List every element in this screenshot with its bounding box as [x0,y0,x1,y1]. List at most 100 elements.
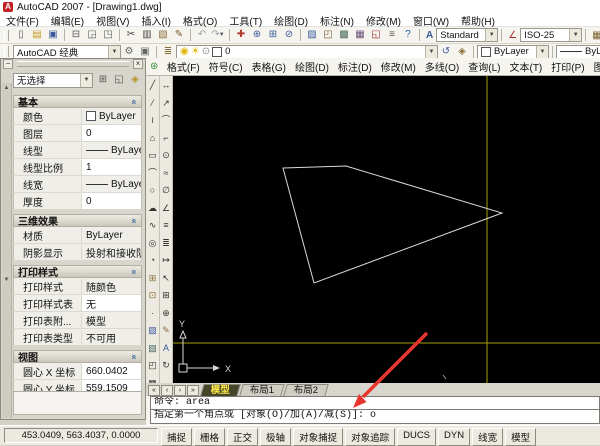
drawing-canvas[interactable]: X Y [173,76,600,383]
redo-dropdown-arrow[interactable]: ▼ [219,32,225,38]
property-value[interactable]: ByLayer [82,176,141,192]
match-properties-button[interactable]: ✎ [171,27,187,43]
menu-item-9[interactable]: 文本(T) [505,59,547,74]
chevron-down-icon[interactable]: ▼ [536,45,548,58]
dim-radius-button[interactable]: ⊙ [159,147,173,165]
revision-cloud-button[interactable]: ☁ [146,200,160,218]
quick-dimension-button[interactable]: ≡ [159,217,173,235]
property-value[interactable]: ByLayer [82,227,141,243]
status-toggle-9[interactable]: 线宽 [472,428,504,446]
menu-item-4[interactable]: 插入(I) [135,13,176,28]
menu-item-5[interactable]: 格式(O) [177,13,223,28]
menu-item-10[interactable]: 窗口(W) [407,13,455,28]
layer-control-combo[interactable]: ◉ ☀ ⊙ 0 ▼ [176,44,438,59]
zoom-realtime-button[interactable]: ⊕ [249,27,265,43]
layer-color-swatch[interactable] [212,46,223,57]
insert-block-button[interactable]: ⊞ [146,270,160,288]
menu-item-8[interactable]: 标注(N) [314,13,360,28]
table-style-icon[interactable]: ▦ [592,30,600,41]
menu-item-4[interactable]: 绘图(D) [291,59,334,74]
status-toggle-6[interactable]: 对象追踪 [345,428,396,446]
menu-item-8[interactable]: 查询(L) [464,59,505,74]
tab-layout2[interactable]: 布局2 [283,384,330,396]
status-toggle-4[interactable]: 极轴 [260,428,292,446]
dim-aligned-button[interactable]: ↗ [159,95,173,113]
workspace-combo[interactable]: AutoCAD 经典 ▼ [13,44,121,59]
tab-model[interactable]: 模型 [200,384,241,396]
quick-leader-button[interactable]: ↖ [159,270,173,288]
menu-item-3[interactable]: 视图(V) [90,13,135,28]
plot-preview-button[interactable]: ◲ [84,27,100,43]
toolbar-grip[interactable] [4,29,9,41]
toggle-pickadd-button[interactable]: ⊞ [95,72,111,88]
undo-button[interactable]: ↶ [194,27,210,43]
property-value[interactable]: 1 [82,159,141,175]
tab-nav-first[interactable]: « [148,385,160,396]
property-value[interactable]: ByLayer [82,108,141,124]
plot-button[interactable]: ⊟ [68,27,84,43]
menu-item-5[interactable]: 标注(D) [333,59,376,74]
tool-palettes-button[interactable]: ▩ [336,27,352,43]
designcenter-button[interactable]: ◰ [320,27,336,43]
collapse-chevron-icon[interactable]: « [129,354,139,359]
help-button[interactable]: ? [400,27,416,43]
point-button[interactable]: ∙ [146,305,160,323]
dim-baseline-button[interactable]: ≣ [159,235,173,253]
dim-style-icon[interactable]: ∠ [508,30,517,41]
hatch-button[interactable]: ▨ [146,322,160,340]
command-history[interactable]: 命令: area [150,396,600,410]
collapse-chevron-icon[interactable]: « [129,269,139,274]
menu-item-11[interactable]: 图层(L) [589,59,600,74]
menu-item-10[interactable]: 打印(P) [547,59,589,74]
dim-text-edit-button[interactable]: A [159,340,173,358]
spline-button[interactable]: ∿ [146,217,160,235]
command-input[interactable]: 指定第一个角点或 [对象(O)/加(A)/减(S)]: o [150,410,600,424]
select-objects-button[interactable]: ◱ [111,72,127,88]
dim-ordinate-button[interactable]: ⌐ [159,130,173,148]
paste-button[interactable]: ▧ [155,27,171,43]
dim-diameter-button[interactable]: ∅ [159,182,173,200]
section-header[interactable]: 视图 « [13,350,142,364]
tolerance-button[interactable]: ⊞ [159,287,173,305]
palette-side-rail[interactable]: ▲ ▼ [2,83,12,418]
menu-item-6[interactable]: 修改(M) [376,59,420,74]
quick-select-button[interactable]: ◈ [127,72,143,88]
section-header[interactable]: 基本 « [13,95,142,109]
cut-button[interactable]: ✂ [123,27,139,43]
dim-style-combo[interactable]: ISO-25 ▼ [520,28,583,42]
menu-item-11[interactable]: 帮助(H) [455,13,501,28]
rail-up-icon[interactable]: ▲ [4,85,10,91]
chevron-down-icon[interactable]: ▼ [80,73,92,87]
open-button[interactable]: ▤ [29,27,45,43]
markup-set-manager-button[interactable]: ◱ [368,27,384,43]
tab-layout1[interactable]: 布局1 [239,384,286,396]
dim-edit-button[interactable]: ✎ [159,322,173,340]
layer-freeze-sun-icon[interactable]: ☀ [191,46,200,57]
zoom-window-button[interactable]: ⊞ [265,27,281,43]
arc-button[interactable]: ⌒ [146,165,160,183]
tab-nav-prev[interactable]: ‹ [161,385,173,396]
chevron-down-icon[interactable]: ▼ [425,45,437,58]
menu-item-7[interactable]: 多线(O) [420,59,463,74]
menu-item-3[interactable]: 表格(G) [247,59,290,74]
new-drawing-button[interactable]: ▯ [13,27,29,43]
property-value[interactable]: 不可用 [82,329,141,345]
status-toggle-8[interactable]: DYN [438,428,471,446]
property-value[interactable]: 660.0402 [82,363,141,379]
property-value[interactable]: ByLayer [82,142,141,158]
menu-item-1[interactable]: 格式(F) [162,59,204,74]
color-control-combo[interactable]: ByLayer ▼ [477,44,549,59]
status-toggle-2[interactable]: 栅格 [194,428,226,446]
property-value[interactable]: 0 [82,125,141,141]
copy-button[interactable]: ▥ [139,27,155,43]
palette-title-bar[interactable]: − × [1,58,145,69]
text-style-combo[interactable]: Standard ▼ [436,28,499,42]
property-value[interactable]: 0 [82,193,141,209]
status-toggle-1[interactable]: 捕捉 [161,428,193,446]
ellipse-button[interactable]: ◎ [146,235,160,253]
section-header[interactable]: 打印样式 « [13,265,142,279]
chevron-down-icon[interactable]: ▼ [485,29,498,41]
status-toggle-3[interactable]: 正交 [227,428,259,446]
rail-down-icon[interactable]: ▼ [4,277,10,283]
layer-on-bulb-icon[interactable]: ◉ [180,46,189,57]
